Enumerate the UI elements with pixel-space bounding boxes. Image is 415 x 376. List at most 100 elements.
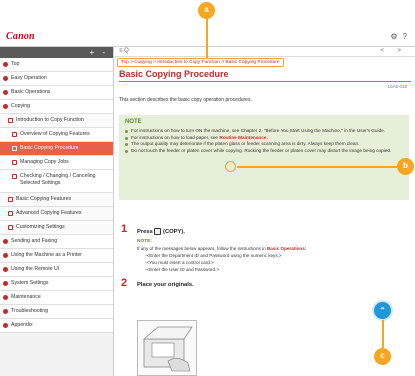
chevron-circle-icon xyxy=(3,239,8,244)
breadcrumb[interactable]: Top > Copying > Introduction to Copy Fun… xyxy=(117,58,284,67)
callout-c: c xyxy=(374,348,391,365)
callout-a: a xyxy=(198,2,215,19)
sidebar-item-label: System Settings xyxy=(11,280,49,286)
sidebar-item[interactable]: Basic Operations xyxy=(0,86,113,100)
sidebar-expand-collapse-toolbar[interactable]: + - xyxy=(0,47,113,58)
sidebar-item[interactable]: Top xyxy=(0,58,113,72)
note-heading: NOTE xyxy=(125,119,142,125)
sidebar-item[interactable]: Using the Remote UI xyxy=(0,263,113,277)
settings-icon[interactable]: ⚙ xyxy=(390,32,397,41)
chevron-circle-icon xyxy=(3,253,8,258)
step-note-heading: NOTE: xyxy=(137,239,152,244)
sidebar-item[interactable]: Overview of Copying Features xyxy=(0,128,113,142)
sidebar-item-label: Customizing Settings xyxy=(16,224,65,230)
sidebar-item-label: Advanced Copying Features xyxy=(16,210,82,216)
chevron-circle-icon xyxy=(3,90,8,95)
callout-b-leader xyxy=(237,166,399,168)
step-title: Press (COPY). xyxy=(137,228,185,235)
menu-search-icons[interactable]: ≡ Q xyxy=(119,48,129,54)
main-toolbar: ≡ Q < > xyxy=(115,47,415,57)
sidebar-item-label: Basic Copying Features xyxy=(16,196,72,202)
sidebar-item-label: Basic Copying Procedure xyxy=(20,145,79,151)
sidebar-item[interactable]: Maintenance xyxy=(0,291,113,305)
page-icon xyxy=(12,146,17,151)
sidebar-item-label: Copying xyxy=(11,103,31,109)
step-title: Place your originals. xyxy=(137,282,194,288)
basic-operations-link[interactable]: Basic Operations: xyxy=(267,246,306,251)
step-text-body: If any of the messages below appears, fo… xyxy=(137,246,266,251)
note-box: NOTE For instructions on how to turn ON … xyxy=(119,115,409,200)
sidebar-item-label: Troubleshooting xyxy=(11,308,49,314)
sidebar-item[interactable]: Customizing Settings xyxy=(0,221,113,235)
callout-c-leader xyxy=(382,320,384,348)
sidebar-item-label: Overview of Copying Features xyxy=(20,131,90,137)
sidebar-item-label: Managing Copy Jobs xyxy=(20,159,69,165)
sidebar-item[interactable]: Easy Operation xyxy=(0,72,113,86)
sidebar-item-label: Top xyxy=(11,61,20,67)
step-text: If any of the messages below appears, fo… xyxy=(137,246,306,251)
sidebar-item[interactable]: Basic Copying Features xyxy=(0,193,113,207)
sidebar-item[interactable]: Sending and Faxing xyxy=(0,235,113,249)
chevron-circle-icon xyxy=(3,267,8,272)
page-title: Basic Copying Procedure xyxy=(119,69,411,82)
step-text: -<Enter the User ID and Password.> xyxy=(145,267,220,272)
placing-originals-illustration xyxy=(137,320,197,376)
sidebar-item[interactable]: Advanced Copying Features xyxy=(0,207,113,221)
page-icon xyxy=(12,160,17,165)
step-number: 2 xyxy=(121,277,128,289)
chevron-circle-icon xyxy=(3,62,8,67)
sidebar-nav: Top Easy Operation Basic Operations Copying… xyxy=(0,58,113,333)
sidebar-item[interactable]: Copying xyxy=(0,100,113,114)
header-icons: ⚙ ? xyxy=(390,32,407,41)
note-line: The output quality may deteriorate if th… xyxy=(125,141,403,147)
scroll-to-top-button[interactable]: ⌃ xyxy=(374,302,391,319)
page-icon xyxy=(8,211,13,216)
note-line-text: For instructions on how to load paper, s… xyxy=(131,134,219,140)
sidebar-item[interactable]: Managing Copy Jobs xyxy=(0,156,113,170)
sidebar-item-label: Easy Operation xyxy=(11,75,47,81)
sidebar-item-label: Maintenance xyxy=(11,294,41,300)
main-content: ≡ Q < > Top > Copying > Introduction to … xyxy=(115,47,415,376)
copy-key-icon xyxy=(154,228,162,235)
sidebar-item-label: Using the Remote UI xyxy=(11,266,60,272)
canon-logo: Canon xyxy=(6,31,35,42)
link-focus-ring xyxy=(225,161,236,172)
callout-a-leader xyxy=(206,19,208,59)
chevron-circle-icon xyxy=(3,323,8,328)
chevron-circle-icon xyxy=(3,104,8,109)
sidebar: + - Top Easy Operation Basic Operations Cop… xyxy=(0,47,114,376)
sidebar-item-label: Basic Operations xyxy=(11,89,51,95)
page-icon xyxy=(8,225,13,230)
chevron-circle-icon xyxy=(3,281,8,286)
step-title-suffix: (COPY). xyxy=(163,229,185,236)
step-text: -<You must insert a control card.> xyxy=(145,260,214,265)
chevron-circle-icon xyxy=(3,295,8,300)
sidebar-item[interactable]: System Settings xyxy=(0,277,113,291)
sidebar-item-label: Sending and Faxing xyxy=(11,238,58,244)
sidebar-item-label: Introduction to Copy Function xyxy=(16,117,84,123)
page-icon xyxy=(12,174,17,179)
step-number: 1 xyxy=(121,223,128,235)
document-id: 10A6-018 xyxy=(387,84,407,89)
sidebar-item[interactable]: Checking / Changing / Canceling Selected… xyxy=(0,170,113,193)
page-icon xyxy=(8,118,13,123)
note-line: Do not touch the feeder or platen cover … xyxy=(125,148,403,154)
callout-b: b xyxy=(397,158,414,175)
app-header: Canon ⚙ ? xyxy=(0,27,415,47)
step-text: -<Enter the Department ID and Password u… xyxy=(145,253,282,258)
sidebar-item-label: Checking / Changing / Canceling Selected… xyxy=(20,173,96,186)
sidebar-item[interactable]: Basic Copying Procedure xyxy=(0,142,113,156)
note-line: For instructions on how to load paper, s… xyxy=(125,135,403,141)
help-icon[interactable]: ? xyxy=(403,32,407,41)
note-line: For instructions on how to turn ON the m… xyxy=(125,128,403,134)
routine-maintenance-link[interactable]: Routine Maintenance. xyxy=(219,135,267,140)
sidebar-item[interactable]: Introduction to Copy Function xyxy=(0,114,113,128)
step-title-prefix: Press xyxy=(137,229,153,236)
prev-next-arrows[interactable]: < > xyxy=(380,48,407,54)
sidebar-item[interactable]: Appendix xyxy=(0,319,113,333)
sidebar-item[interactable]: Using the Machine as a Printer xyxy=(0,249,113,263)
sidebar-item[interactable]: Troubleshooting xyxy=(0,305,113,319)
sidebar-item-label: Using the Machine as a Printer xyxy=(11,252,82,258)
chevron-circle-icon xyxy=(3,76,8,81)
intro-text: This section describes the basic copy op… xyxy=(119,97,252,103)
